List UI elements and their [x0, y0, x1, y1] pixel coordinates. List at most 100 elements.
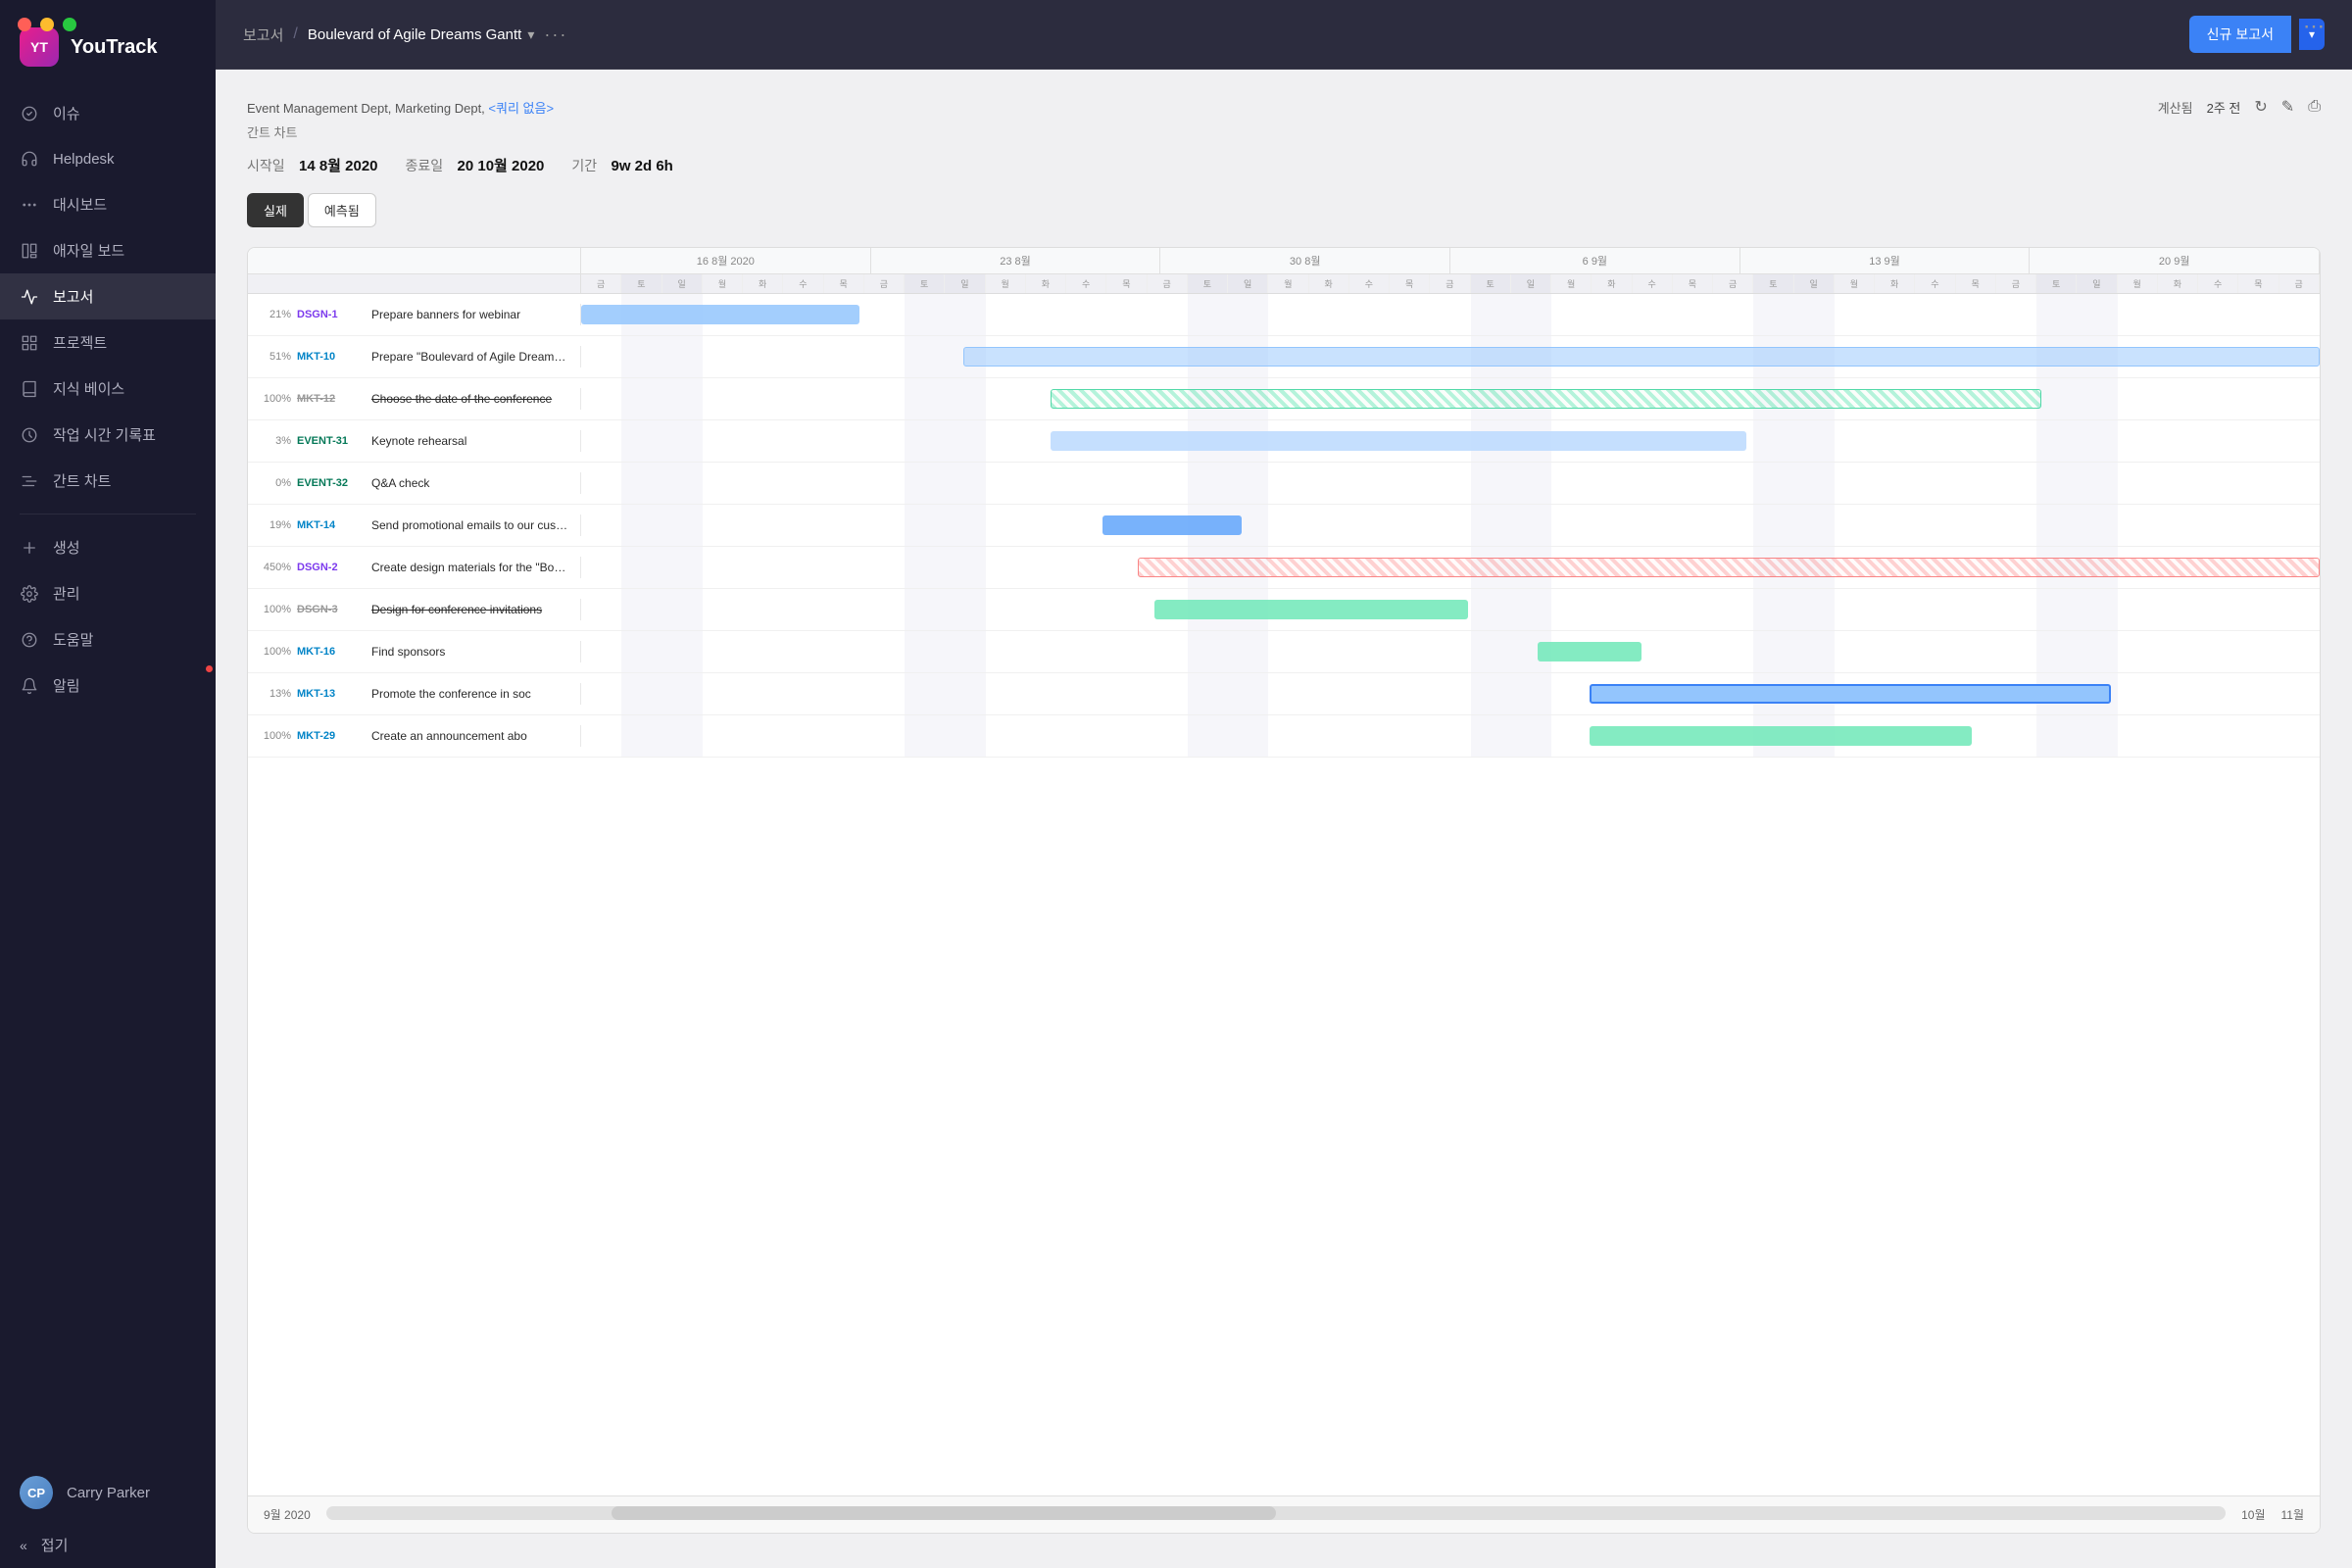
- sidebar-item-knowledge[interactable]: 지식 베이스: [0, 366, 216, 412]
- weekend-col: [1794, 589, 1835, 630]
- task-id[interactable]: MKT-16: [297, 646, 366, 658]
- table-row[interactable]: 100%MKT-29Create an announcement abo: [248, 715, 2320, 758]
- task-name: Q&A check: [371, 476, 570, 490]
- day-20: 목: [1390, 274, 1430, 293]
- task-bar: [1051, 431, 1746, 451]
- user-profile[interactable]: CP Carry Parker: [0, 1463, 216, 1522]
- task-percent: 0%: [258, 477, 291, 489]
- day-25: 화: [1592, 274, 1632, 293]
- edit-icon[interactable]: ✎: [2281, 97, 2294, 117]
- weekend-col: [2036, 420, 2077, 462]
- task-percent: 21%: [258, 309, 291, 320]
- table-row[interactable]: 51%MKT-10Prepare "Boulevard of Agile Dre…: [248, 336, 2320, 378]
- close-button[interactable]: [18, 18, 31, 31]
- weekend-col: [1511, 673, 1551, 714]
- weekend-col: [662, 378, 703, 419]
- task-id[interactable]: MKT-29: [297, 730, 366, 742]
- table-row[interactable]: 13%MKT-13Promote the conference in soc: [248, 673, 2320, 715]
- task-percent: 100%: [258, 646, 291, 658]
- chevron-down-icon[interactable]: ▾: [527, 26, 534, 43]
- book-icon: [20, 379, 39, 399]
- sidebar-item-help[interactable]: 도움말: [0, 616, 216, 662]
- day-36: 토: [2036, 274, 2077, 293]
- task-name: Prepare banners for webinar: [371, 308, 570, 321]
- breadcrumb-separator: /: [293, 25, 297, 43]
- print-icon[interactable]: ⎙: [2308, 98, 2321, 116]
- table-row[interactable]: 3%EVENT-31Keynote rehearsal: [248, 420, 2320, 463]
- task-id[interactable]: MKT-13: [297, 688, 366, 700]
- task-bar: [581, 305, 859, 324]
- start-date: 14 8월 2020: [299, 158, 378, 174]
- weekend-col: [905, 420, 945, 462]
- td-days: 금토일월화수목금토일월화수목금토일월화수목금토일월화수목금토일월화수목금토일월화…: [581, 274, 2320, 293]
- sidebar-item-agile[interactable]: 애자일 보드: [0, 227, 216, 273]
- sidebar-item-notifications[interactable]: 알림: [0, 662, 216, 709]
- table-row[interactable]: 100%MKT-16Find sponsors: [248, 631, 2320, 673]
- task-id[interactable]: MKT-10: [297, 351, 366, 363]
- filter-actual-button[interactable]: 실제: [247, 193, 304, 227]
- sidebar-item-projects[interactable]: 프로젝트: [0, 319, 216, 366]
- table-row[interactable]: 0% EVENT-32 Q&A check: [248, 463, 2320, 505]
- table-row[interactable]: 100%DSGN-3Design for conference invitati…: [248, 589, 2320, 631]
- weekend-col: [1794, 463, 1835, 504]
- query-link[interactable]: <쿼리 없음>: [488, 101, 554, 116]
- sidebar-logo[interactable]: YT YouTrack: [0, 0, 216, 90]
- refresh-icon[interactable]: ↻: [2254, 97, 2267, 117]
- task-percent: 13%: [258, 688, 291, 700]
- sidebar-item-gantt[interactable]: 간트 차트: [0, 458, 216, 504]
- breadcrumb-root[interactable]: 보고서: [243, 24, 283, 45]
- headset-icon: [20, 149, 39, 169]
- weekend-col: [1753, 294, 1793, 335]
- task-id[interactable]: EVENT-31: [297, 435, 366, 447]
- window-menu[interactable]: ⋯: [2303, 14, 2325, 39]
- day-28: 금: [1713, 274, 1753, 293]
- main-content: 보고서 / Boulevard of Agile Dreams Gantt ▾ …: [216, 0, 2352, 1568]
- day-29: 토: [1753, 274, 1793, 293]
- sidebar-label-projects: 프로젝트: [53, 332, 107, 353]
- gantt-bar-area-2: [581, 378, 2320, 419]
- sidebar-item-create[interactable]: 생성: [0, 524, 216, 570]
- weekend-col: [945, 463, 985, 504]
- scroll-bar[interactable]: [326, 1506, 2226, 1520]
- sidebar-item-issues[interactable]: 이슈: [0, 90, 216, 136]
- task-name: Keynote rehearsal: [371, 434, 570, 448]
- table-row[interactable]: 21% DSGN-1 Prepare banners for webinar: [248, 294, 2320, 336]
- weekend-col: [1188, 715, 1228, 757]
- sidebar-item-time[interactable]: 작업 시간 기록표: [0, 412, 216, 458]
- sidebar-item-manage[interactable]: 관리: [0, 570, 216, 616]
- gantt-rows: 21% DSGN-1 Prepare banners for webinar 51% M…: [248, 294, 2320, 1495]
- weekend-col: [945, 589, 985, 630]
- task-bar: [1051, 473, 1746, 493]
- task-id[interactable]: DSGN-2: [297, 562, 366, 573]
- task-id[interactable]: DSGN-1: [297, 309, 366, 320]
- gantt-bar-area-10: [581, 715, 2320, 757]
- day-22: 토: [1471, 274, 1511, 293]
- weekend-col: [1794, 505, 1835, 546]
- table-row[interactable]: 19%MKT-14Send promotional emails to our …: [248, 505, 2320, 547]
- sidebar-item-reports[interactable]: 보고서: [0, 273, 216, 319]
- task-bar: [1102, 515, 1242, 535]
- sidebar: YT YouTrack 이슈 Helpdesk 대시보드: [0, 0, 216, 1568]
- task-id[interactable]: DSGN-3: [297, 604, 366, 615]
- table-row[interactable]: 450%DSGN-2Create design materials for th…: [248, 547, 2320, 589]
- weekend-col: [905, 294, 945, 335]
- sidebar-collapse[interactable]: « 접기: [0, 1522, 216, 1568]
- sidebar-item-helpdesk[interactable]: Helpdesk: [0, 136, 216, 181]
- task-percent: 51%: [258, 351, 291, 363]
- task-id[interactable]: MKT-14: [297, 519, 366, 531]
- weekend-col: [662, 463, 703, 504]
- sidebar-label-time: 작업 시간 기록표: [53, 424, 156, 445]
- task-id[interactable]: MKT-12: [297, 393, 366, 405]
- minimize-button[interactable]: [40, 18, 54, 31]
- day-11: 화: [1026, 274, 1066, 293]
- task-id[interactable]: EVENT-32: [297, 477, 366, 489]
- sidebar-item-dashboard[interactable]: 대시보드: [0, 181, 216, 227]
- gantt-bottom: 9월 2020 10월 11월: [248, 1495, 2320, 1533]
- table-row[interactable]: 100%MKT-12Choose the date of the confere…: [248, 378, 2320, 420]
- report-menu-dots[interactable]: ···: [544, 24, 567, 45]
- maximize-button[interactable]: [63, 18, 76, 31]
- weekend-col: [2036, 715, 2077, 757]
- new-report-button[interactable]: 신규 보고서: [2189, 16, 2291, 53]
- filter-predicted-button[interactable]: 예측됨: [308, 193, 376, 227]
- chart-icon: [20, 287, 39, 307]
